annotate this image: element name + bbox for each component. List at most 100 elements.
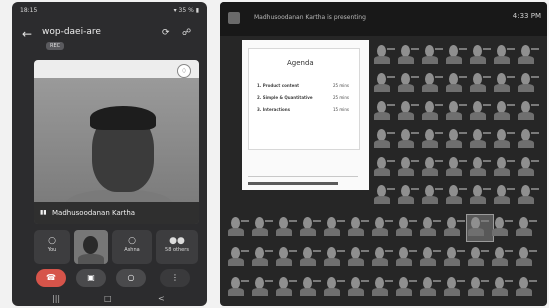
participant-tile[interactable] (468, 154, 492, 178)
participant-tile[interactable] (226, 244, 250, 268)
participant-tile[interactable] (514, 244, 538, 268)
participant-tile[interactable] (250, 274, 274, 298)
participant-tile[interactable] (420, 126, 444, 150)
participant-tile[interactable] (444, 182, 468, 206)
participant-tile[interactable] (396, 42, 420, 66)
participant-tile[interactable] (226, 214, 250, 238)
back-nav-icon[interactable]: < (158, 294, 165, 303)
participant-tile[interactable] (444, 126, 468, 150)
participant-tile[interactable] (444, 154, 468, 178)
participant-tile[interactable] (418, 244, 442, 268)
participant-tile[interactable] (394, 244, 418, 268)
participant-tile[interactable] (442, 244, 466, 268)
home-icon[interactable]: □ (104, 294, 112, 303)
participant-tile[interactable] (396, 182, 420, 206)
participant-tile[interactable] (298, 214, 322, 238)
participant-tile[interactable] (394, 274, 418, 298)
participant-tile[interactable] (490, 274, 514, 298)
participant-tile[interactable] (466, 274, 490, 298)
participant-tile[interactable] (468, 98, 492, 122)
participant-tile[interactable] (372, 126, 396, 150)
participant-tile[interactable] (226, 274, 250, 298)
participant-tile[interactable] (492, 98, 516, 122)
participant-tile[interactable] (468, 126, 492, 150)
participant-tile[interactable] (274, 214, 298, 238)
participant-tile[interactable] (370, 244, 394, 268)
participant-tile[interactable] (394, 214, 418, 238)
participant-tile[interactable] (274, 274, 298, 298)
participant-tile[interactable] (444, 98, 468, 122)
participant-tile[interactable] (418, 214, 442, 238)
participant-tile[interactable] (468, 182, 492, 206)
participant-tile[interactable] (250, 214, 274, 238)
participant-tile[interactable] (396, 98, 420, 122)
participant-tile[interactable] (516, 42, 540, 66)
participant-tile[interactable] (420, 154, 444, 178)
participant-tile[interactable] (420, 42, 444, 66)
recent-apps-icon[interactable]: ||| (52, 294, 60, 303)
participant-tile[interactable] (372, 70, 396, 94)
meeting-title[interactable]: wop-daei-are (42, 27, 101, 37)
participant-tile[interactable] (418, 274, 442, 298)
participant-tile[interactable] (466, 244, 490, 268)
participant-tile[interactable] (396, 126, 420, 150)
participant-tile[interactable] (492, 70, 516, 94)
participant-you[interactable]: ○ You (34, 230, 70, 264)
participant-tile[interactable] (468, 42, 492, 66)
participant-speaker-thumbnail[interactable] (74, 230, 108, 264)
camera-icon[interactable] (228, 12, 240, 24)
participant-tile[interactable] (420, 98, 444, 122)
participant-tile[interactable] (420, 182, 444, 206)
participant-ashna[interactable]: ○ Ashna (112, 230, 152, 264)
mic-off-button[interactable]: ○ (116, 269, 146, 287)
participant-tile[interactable] (516, 126, 540, 150)
participant-tile[interactable] (516, 98, 540, 122)
participant-tile[interactable] (372, 182, 396, 206)
participant-tile[interactable] (420, 70, 444, 94)
participant-tile[interactable] (346, 214, 370, 238)
participant-tile[interactable] (492, 154, 516, 178)
pin-icon[interactable]: ♢ (177, 64, 191, 78)
participant-tile[interactable] (468, 70, 492, 94)
more-options-button[interactable]: ⋮ (160, 269, 190, 287)
participant-tile[interactable] (322, 214, 346, 238)
participant-tile[interactable] (444, 42, 468, 66)
participant-tile[interactable] (442, 214, 466, 238)
participant-tile[interactable] (444, 70, 468, 94)
participant-tile[interactable] (372, 42, 396, 66)
back-arrow-icon[interactable]: ← (22, 27, 32, 41)
participant-tile[interactable] (514, 274, 538, 298)
participant-others[interactable]: ●● 58 others (156, 230, 198, 264)
participant-tile[interactable] (372, 98, 396, 122)
participant-tile[interactable] (466, 214, 494, 242)
participant-tile[interactable] (514, 214, 538, 238)
participant-tile[interactable] (346, 274, 370, 298)
speaker-tile[interactable]: ♢ ▮▮ Madhusoodanan Kartha (34, 60, 199, 224)
participant-tile[interactable] (322, 274, 346, 298)
participant-tile[interactable] (298, 274, 322, 298)
participant-tile[interactable] (370, 214, 394, 238)
audio-output-icon[interactable]: ☍ (182, 28, 191, 38)
participant-tile[interactable] (322, 244, 346, 268)
participant-tile[interactable] (298, 244, 322, 268)
participant-tile[interactable] (516, 154, 540, 178)
camera-off-button[interactable]: ▣ (76, 269, 106, 287)
participant-tile[interactable] (490, 244, 514, 268)
participant-tile[interactable] (516, 70, 540, 94)
end-call-button[interactable]: ☎ (36, 269, 66, 287)
participant-body (300, 258, 316, 266)
participant-tile[interactable] (370, 274, 394, 298)
switch-camera-icon[interactable]: ⟳ (162, 28, 170, 38)
participant-tile[interactable] (442, 274, 466, 298)
participant-tile[interactable] (492, 42, 516, 66)
participant-tile[interactable] (396, 154, 420, 178)
participant-tile[interactable] (372, 154, 396, 178)
participant-tile[interactable] (492, 126, 516, 150)
participant-tile[interactable] (490, 214, 514, 238)
participant-tile[interactable] (396, 70, 420, 94)
participant-tile[interactable] (346, 244, 370, 268)
participant-tile[interactable] (492, 182, 516, 206)
participant-tile[interactable] (250, 244, 274, 268)
participant-tile[interactable] (274, 244, 298, 268)
participant-tile[interactable] (516, 182, 540, 206)
